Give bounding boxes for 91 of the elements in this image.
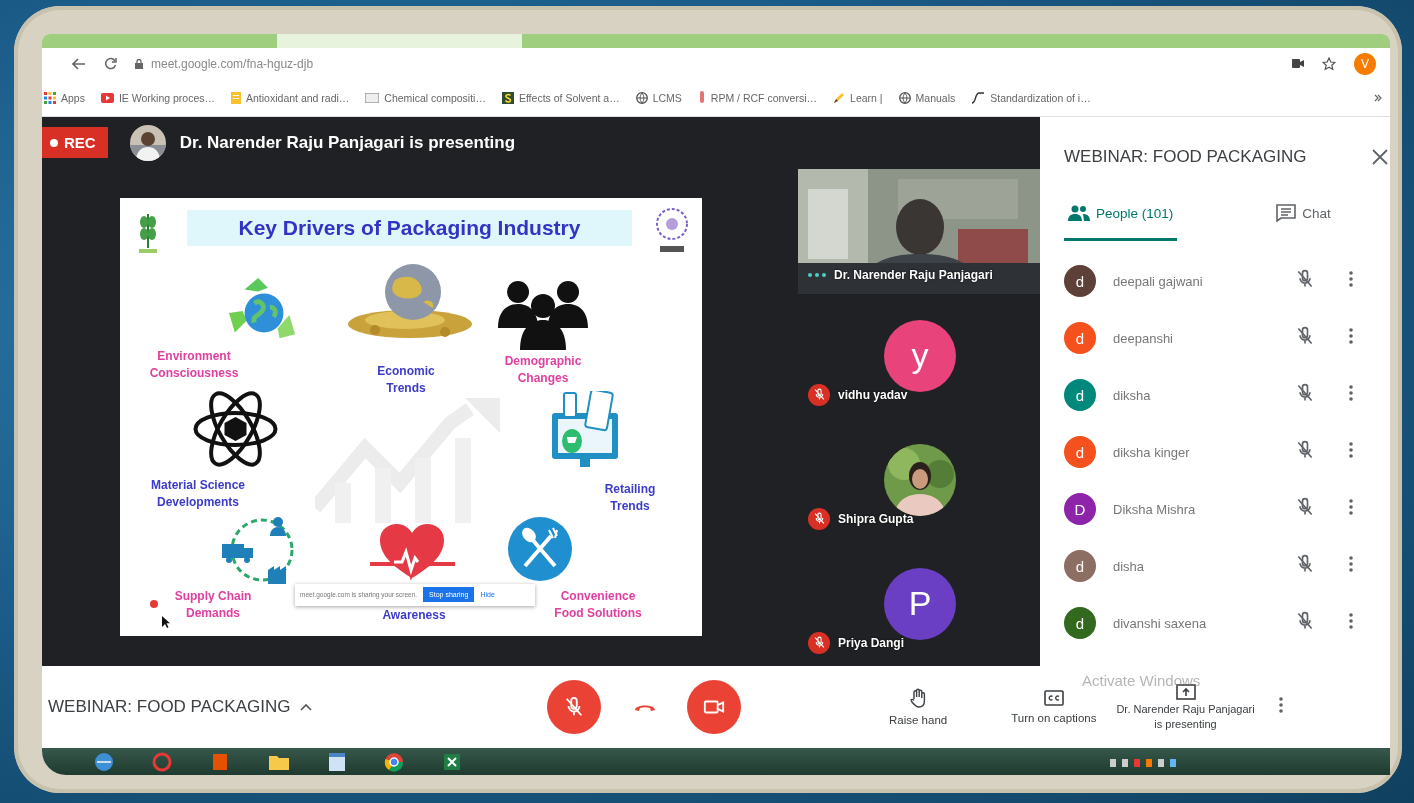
- driver-label: Retailing Trends: [604, 480, 656, 515]
- more-options-icon[interactable]: [1349, 385, 1353, 402]
- panel-tab[interactable]: People (101): [1064, 188, 1178, 241]
- pencil-icon: [833, 91, 846, 104]
- more-options-icon[interactable]: [1349, 613, 1353, 630]
- notepad-icon[interactable]: [328, 751, 346, 772]
- bookmark-link[interactable]: IE Working proces…: [118, 91, 216, 104]
- raise-hand-button[interactable]: Raise hand: [889, 687, 948, 726]
- recording-badge: REC: [42, 127, 108, 159]
- address-field[interactable]: meet.google.com/fna-hguz-djb: [151, 56, 1274, 71]
- presenter-name: Dr. Narender Raju Panjagari: [1116, 702, 1255, 715]
- app-icon[interactable]: [152, 751, 172, 772]
- captions-button[interactable]: Turn on captions: [1011, 689, 1097, 724]
- more-options-icon[interactable]: [1349, 328, 1353, 345]
- chart-bar: [375, 467, 391, 523]
- participant-avatar: d: [1064, 550, 1096, 583]
- more-options-icon[interactable]: [1349, 499, 1353, 516]
- driver-label: Supply Chain Demands: [174, 587, 252, 622]
- star-icon[interactable]: [1322, 56, 1336, 71]
- participant-avatar: d: [1064, 265, 1096, 298]
- participant-avatar: d: [1064, 607, 1096, 640]
- participant-name: diksha kinger: [1113, 444, 1191, 460]
- back-icon[interactable]: [72, 57, 86, 70]
- chat-icon: [1276, 204, 1297, 223]
- mic-off-icon: [812, 388, 826, 402]
- driver-label: Awareness: [382, 606, 446, 624]
- curve-icon: [971, 91, 986, 104]
- bookmark-link[interactable]: RPM / RCF conversi…: [710, 91, 818, 104]
- participant-name: Dr. Narender Raju Panjagari: [834, 267, 993, 282]
- microphone-button[interactable]: [547, 679, 601, 734]
- camera-button[interactable]: [687, 679, 741, 734]
- more-bookmarks-icon[interactable]: [1374, 93, 1382, 102]
- reload-icon[interactable]: [104, 57, 117, 71]
- bookmark-link[interactable]: LCMS: [652, 91, 682, 104]
- participant-name: disha: [1113, 558, 1146, 574]
- participant-name: deepali gajwani: [1113, 273, 1204, 289]
- driver-label: Economic Trends: [377, 362, 435, 397]
- bookmark-link[interactable]: Learn |: [850, 91, 883, 104]
- panel-tab[interactable]: Chat: [1272, 188, 1335, 241]
- slide-title: Key Drivers of Packaging Industry: [187, 209, 632, 246]
- more-options-icon[interactable]: [1278, 696, 1283, 713]
- bookmark-link[interactable]: Manuals: [915, 91, 956, 104]
- page-icon: [365, 92, 380, 103]
- participant-avatar: d: [1064, 379, 1096, 412]
- cursor-icon: [162, 615, 170, 628]
- captions-icon: [1043, 689, 1064, 706]
- participant-name: diksha: [1113, 387, 1152, 403]
- browser-icon[interactable]: [384, 751, 404, 772]
- more-options-icon[interactable]: [1349, 271, 1353, 288]
- panel-title: WEBINAR: FOOD PACKAGING: [1064, 146, 1307, 167]
- participant-avatar: d: [1064, 322, 1096, 355]
- participant-name: deepanshi: [1113, 330, 1174, 346]
- play-icon: [100, 92, 114, 103]
- people-icon: [1068, 205, 1090, 222]
- close-icon[interactable]: [1372, 148, 1388, 165]
- bookmark-link[interactable]: Standardization of i…: [990, 91, 1091, 104]
- bookmark-link[interactable]: Chemical compositi…: [384, 91, 486, 104]
- participant-name: divanshi saxena: [1113, 615, 1208, 631]
- mic-off-icon: [812, 512, 826, 526]
- driver-label: Environment Consciousness: [149, 347, 239, 382]
- app-icon[interactable]: [210, 751, 230, 772]
- bookmark-link[interactable]: Antioxidant and radi…: [246, 91, 350, 104]
- meeting-name[interactable]: WEBINAR: FOOD PACKAGING: [48, 696, 291, 717]
- s-logo-icon: [501, 91, 514, 104]
- chart-bar: [415, 457, 431, 523]
- participant-avatar: d: [1064, 436, 1096, 469]
- more-options-icon[interactable]: [1349, 442, 1353, 459]
- presenting-status: is presenting: [1154, 717, 1217, 730]
- camera-icon[interactable]: [1292, 59, 1304, 69]
- participant-name: Diksha Mishra: [1113, 501, 1197, 517]
- activation-notice: Activate Windows: [1082, 671, 1201, 689]
- participant-avatar: D: [1064, 493, 1096, 526]
- fork-and-spoon-icon: [505, 515, 575, 582]
- apps-grid-icon: [44, 91, 56, 104]
- bookmark-link[interactable]: Effects of Solvent a…: [518, 91, 620, 104]
- hand-icon: [910, 687, 927, 708]
- presenter-status-text: Dr. Narender Raju Panjagari is presenting: [179, 132, 516, 153]
- driver-label: Material Science Developments: [150, 476, 246, 511]
- mic-off-icon: [812, 636, 826, 650]
- more-options-icon[interactable]: [1349, 556, 1353, 573]
- spreadsheet-icon[interactable]: [442, 751, 462, 772]
- pointer-dot-icon: [150, 599, 158, 608]
- caret-up-icon[interactable]: [300, 702, 313, 711]
- driver-label: Convenience Food Solutions: [554, 587, 642, 622]
- document-icon: [231, 91, 242, 104]
- participant-name: Shipra Gupta: [838, 511, 914, 526]
- heart-pulse-icon: [370, 523, 455, 580]
- mic-off-icon: [563, 695, 585, 718]
- bookmark-link[interactable]: Apps: [61, 91, 85, 104]
- lock-icon: [135, 58, 143, 69]
- driver-label: Demographic Changes: [504, 352, 582, 387]
